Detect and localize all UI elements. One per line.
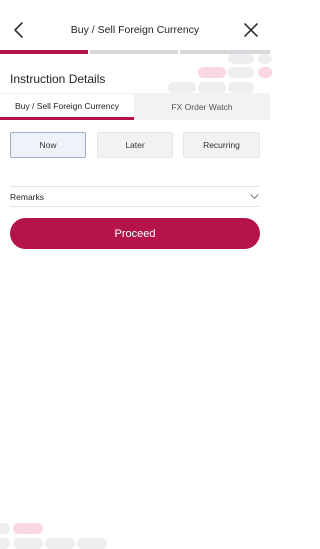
- decorative-pattern: [198, 67, 226, 78]
- recurring-button[interactable]: Recurring: [183, 132, 260, 158]
- tab-fx-order-watch[interactable]: FX Order Watch: [134, 93, 270, 120]
- decorative-pattern: [258, 54, 272, 64]
- progress-step-3: [180, 50, 270, 54]
- chevron-down-icon[interactable]: [250, 192, 259, 201]
- decorative-pattern: [45, 538, 75, 549]
- decorative-pattern: [13, 538, 43, 549]
- decorative-pattern: [228, 67, 254, 78]
- decorative-pattern: [168, 82, 196, 93]
- proceed-button[interactable]: Proceed: [10, 218, 260, 249]
- tab-buy-sell[interactable]: Buy / Sell Foreign Currency: [0, 93, 134, 120]
- decorative-pattern: [228, 82, 254, 93]
- decorative-pattern: [0, 538, 10, 549]
- page-title: Buy / Sell Foreign Currency: [70, 24, 200, 36]
- chevron-left-icon[interactable]: [10, 21, 28, 39]
- step-progress-bar: [0, 50, 270, 54]
- progress-step-2: [90, 50, 178, 54]
- decorative-pattern: [13, 523, 43, 534]
- decorative-pattern: [198, 82, 226, 93]
- divider: [10, 206, 260, 207]
- remarks-label[interactable]: Remarks: [10, 192, 44, 202]
- decorative-pattern: [228, 54, 254, 64]
- section-title: Instruction Details: [10, 72, 106, 86]
- later-button[interactable]: Later: [97, 132, 173, 158]
- divider: [10, 186, 260, 187]
- close-icon[interactable]: [242, 21, 260, 39]
- decorative-pattern: [77, 538, 107, 549]
- tab-bar: Buy / Sell Foreign Currency FX Order Wat…: [0, 93, 270, 120]
- now-button[interactable]: Now: [10, 132, 86, 158]
- decorative-pattern: [258, 67, 272, 78]
- app-header: Buy / Sell Foreign Currency: [0, 0, 270, 52]
- progress-step-1: [0, 50, 88, 54]
- decorative-pattern: [0, 523, 10, 534]
